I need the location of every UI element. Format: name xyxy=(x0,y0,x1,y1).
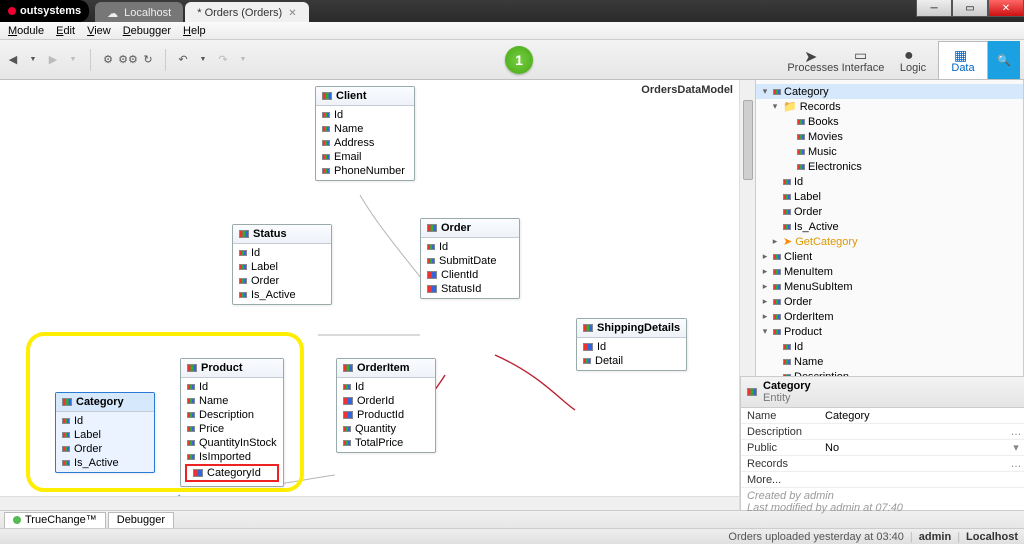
entity-icon xyxy=(62,398,72,406)
tree-record-electronics[interactable]: Electronics xyxy=(756,159,1023,174)
entity-order[interactable]: Order Id SubmitDate ClientId StatusId xyxy=(420,218,520,299)
entity-icon xyxy=(322,92,332,100)
tree-action-getcategory[interactable]: ▸➤GetCategory xyxy=(756,234,1023,249)
tree-record-music[interactable]: Music xyxy=(756,144,1023,159)
prop-description[interactable]: Description… xyxy=(741,424,1024,440)
maximize-button[interactable]: ▭ xyxy=(952,0,988,17)
tree-node-category[interactable]: ▾Category xyxy=(756,84,1023,99)
status-message: Orders uploaded yesterday at 03:40 xyxy=(728,531,904,543)
prop-records[interactable]: Records… xyxy=(741,456,1024,472)
status-bar: Orders uploaded yesterday at 03:40 | adm… xyxy=(0,528,1024,544)
minimize-button[interactable]: ─ xyxy=(916,0,952,17)
entity-status[interactable]: Status Id Label Order Is_Active xyxy=(232,224,332,305)
close-icon[interactable]: ✕ xyxy=(288,8,296,19)
entity-icon xyxy=(187,364,197,372)
status-host[interactable]: Localhost xyxy=(966,531,1018,543)
tree-node-records[interactable]: ▾📁Records xyxy=(756,99,1023,114)
created-by-text: Created by admin xyxy=(747,490,1018,502)
tree-record-books[interactable]: Books xyxy=(756,114,1023,129)
tree-node-client[interactable]: ▸Client xyxy=(756,249,1023,264)
circle-icon: ● xyxy=(904,47,922,61)
entity-icon xyxy=(747,388,757,396)
tree-attr-label[interactable]: Label xyxy=(756,189,1023,204)
tab-logic[interactable]: ●Logic xyxy=(888,41,938,79)
canvas-title: OrdersDataModel xyxy=(641,84,733,96)
prop-more[interactable]: More... xyxy=(741,472,1024,488)
data-model-canvas[interactable]: OrdersDataModel Client Id Name Address E… xyxy=(0,80,756,510)
dropdown-icon[interactable]: ▼ xyxy=(234,51,252,69)
action-icon: ➤ xyxy=(783,235,792,248)
tab-interface[interactable]: ▭Interface xyxy=(838,41,888,79)
dropdown-icon[interactable]: ▼ xyxy=(24,51,42,69)
document-tabs: ☁ Localhost * Orders (Orders)✕ xyxy=(95,0,308,22)
chevron-down-icon[interactable]: ▾ xyxy=(1008,441,1024,454)
dropdown-icon[interactable]: ▼ xyxy=(64,51,82,69)
tree-attr-order[interactable]: Order xyxy=(756,204,1023,219)
tree-attr-isactive[interactable]: Is_Active xyxy=(756,219,1023,234)
tab-orders[interactable]: * Orders (Orders)✕ xyxy=(185,2,308,22)
horizontal-scrollbar[interactable] xyxy=(0,496,739,510)
tree-node-order[interactable]: ▸Order xyxy=(756,294,1023,309)
tree-attr-product-name[interactable]: Name xyxy=(756,354,1023,369)
entity-client[interactable]: Client Id Name Address Email PhoneNumber xyxy=(315,86,415,181)
entity-product[interactable]: Product Id Name Description Price Quanti… xyxy=(180,358,284,487)
properties-panel: CategoryEntity NameCategory Description…… xyxy=(740,376,1024,510)
menu-view[interactable]: View xyxy=(83,25,115,37)
entity-category[interactable]: Category Id Label Order Is_Active xyxy=(55,392,155,473)
undo-button[interactable]: ↶ xyxy=(174,51,192,69)
gears-icon[interactable]: ⚙⚙ xyxy=(119,51,137,69)
prop-public[interactable]: PublicNo▾ xyxy=(741,440,1024,456)
tree-node-orderitem[interactable]: ▸OrderItem xyxy=(756,309,1023,324)
redo-button[interactable]: ↷ xyxy=(214,51,232,69)
modified-by-text: Last modified by admin at 07:40 xyxy=(747,502,1018,514)
status-user[interactable]: admin xyxy=(919,531,951,543)
dropdown-icon[interactable]: ▼ xyxy=(194,51,212,69)
entity-icon xyxy=(427,224,437,232)
tree-node-product[interactable]: ▾Product xyxy=(756,324,1023,339)
folder-icon: 📁 xyxy=(783,100,797,113)
status-ok-icon xyxy=(13,516,21,524)
tree-attr-product-id[interactable]: Id xyxy=(756,339,1023,354)
menu-edit[interactable]: Edit xyxy=(52,25,79,37)
menu-module[interactable]: Module xyxy=(4,25,48,37)
cloud-sync-icon[interactable]: ↻ xyxy=(139,51,157,69)
prop-name[interactable]: NameCategory xyxy=(741,408,1024,424)
nav-back-button[interactable]: ◀ xyxy=(4,51,22,69)
toolbar: ◀▼ ▶▼ ⚙ ⚙⚙ ↻ ↶▼ ↷▼ 1 ➤Processes ▭Interfa… xyxy=(0,40,1024,80)
grid-icon: ▦ xyxy=(954,47,972,61)
entity-icon xyxy=(583,324,593,332)
entity-shippingdetails[interactable]: ShippingDetails Id Detail xyxy=(576,318,687,371)
gear-icon[interactable]: ⚙ xyxy=(99,51,117,69)
arrow-tag-icon: ➤ xyxy=(804,47,822,61)
search-button[interactable]: 🔍 xyxy=(988,41,1020,79)
menu-debugger[interactable]: Debugger xyxy=(119,25,175,37)
window-icon: ▭ xyxy=(854,47,872,61)
magnifier-icon: 🔍 xyxy=(997,54,1011,67)
tree-node-menuitem[interactable]: ▸MenuItem xyxy=(756,264,1023,279)
menu-help[interactable]: Help xyxy=(179,25,210,37)
tab-debugger[interactable]: Debugger xyxy=(108,512,174,528)
tab-localhost[interactable]: ☁ Localhost xyxy=(95,2,183,22)
entity-icon xyxy=(239,230,249,238)
tab-processes[interactable]: ➤Processes xyxy=(788,41,838,79)
tab-truechange[interactable]: TrueChange™ xyxy=(4,512,106,528)
menubar: Module Edit View Debugger Help xyxy=(0,22,1024,40)
tree-attr-id[interactable]: Id xyxy=(756,174,1023,189)
tutorial-step-badge: 1 xyxy=(505,46,533,74)
entity-icon xyxy=(343,364,353,372)
tree-node-menusubitem[interactable]: ▸MenuSubItem xyxy=(756,279,1023,294)
close-button[interactable]: ✕ xyxy=(988,0,1024,17)
entity-orderitem[interactable]: OrderItem Id OrderId ProductId Quantity … xyxy=(336,358,436,453)
tab-data[interactable]: ▦Data xyxy=(938,41,988,79)
tree-record-movies[interactable]: Movies xyxy=(756,129,1023,144)
app-logo: outsystems xyxy=(0,0,89,22)
titlebar: outsystems ☁ Localhost * Orders (Orders)… xyxy=(0,0,1024,22)
nav-fwd-button[interactable]: ▶ xyxy=(44,51,62,69)
